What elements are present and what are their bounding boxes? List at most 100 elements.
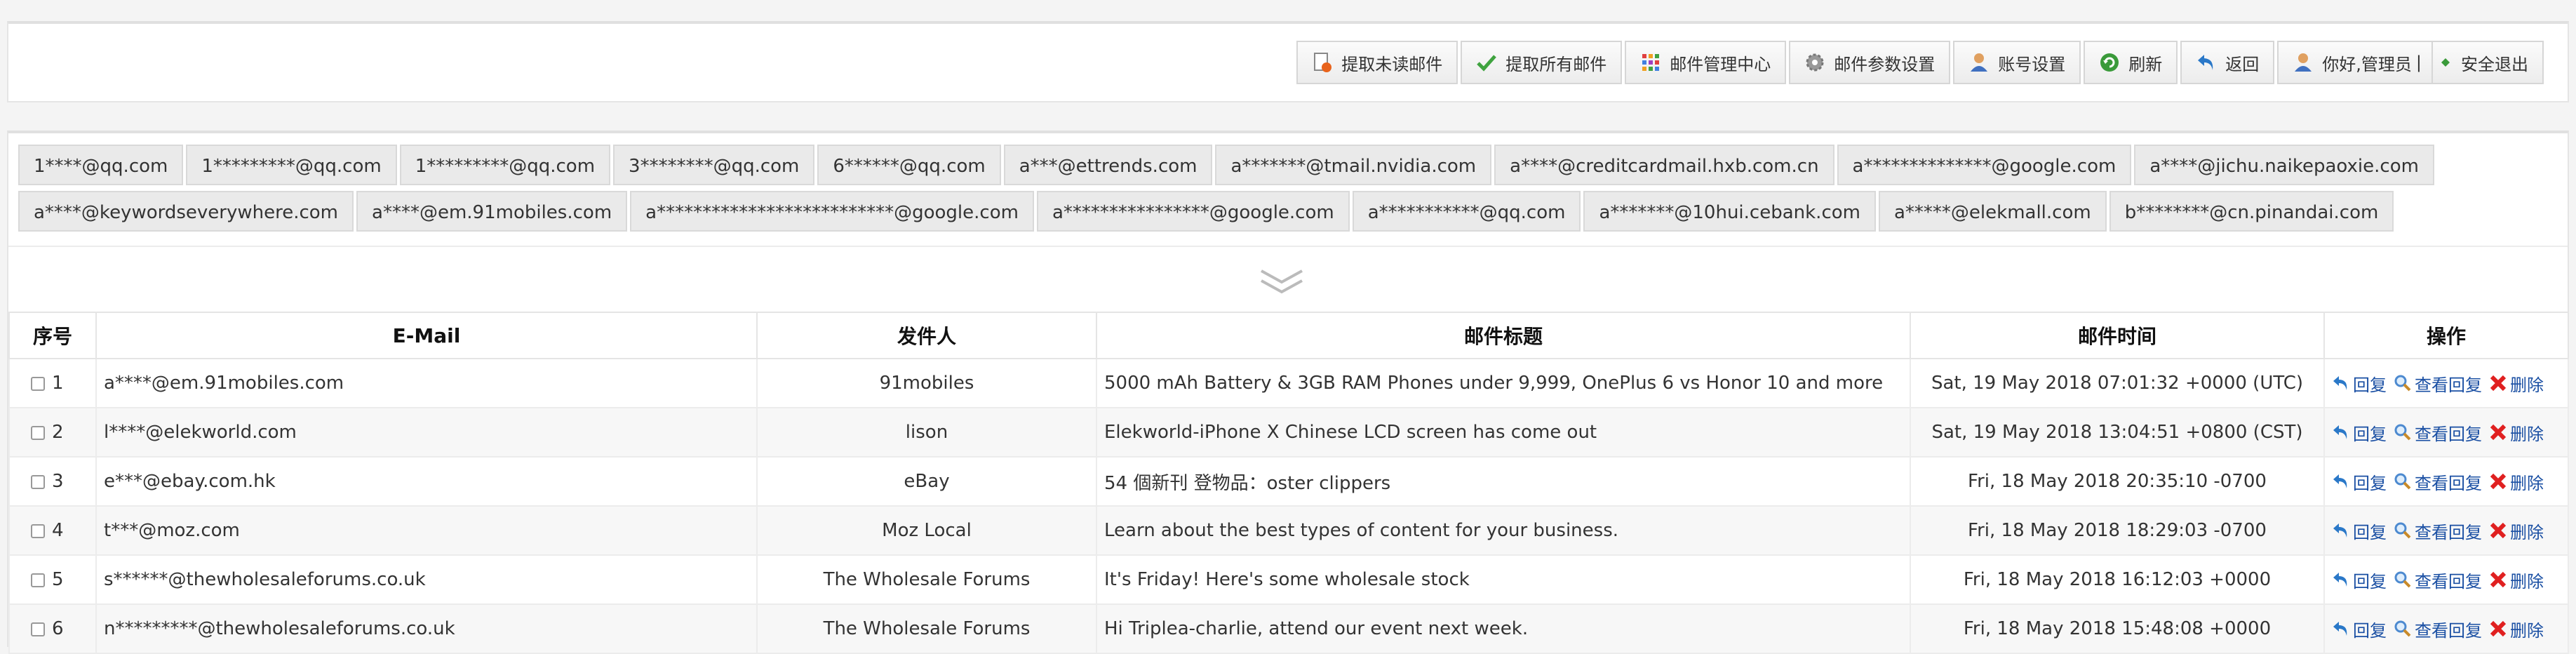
greeting-label: 你好,管理员 (2322, 54, 2412, 74)
row-sender: lison (756, 407, 1097, 458)
row-subject[interactable]: Hi Triplea-charlie, attend our event nex… (1096, 603, 1911, 654)
view-reply-link[interactable]: 查看回复 (2415, 469, 2482, 494)
reply-link[interactable]: 回复 (2353, 420, 2387, 445)
reply-link[interactable]: 回复 (2353, 469, 2387, 494)
view-reply-link[interactable]: 查看回复 (2415, 371, 2482, 396)
gear-icon (1804, 52, 1825, 73)
row-checkbox[interactable] (31, 573, 45, 587)
mail-settings-button[interactable]: 邮件参数设置 (1789, 41, 1951, 84)
delete-link[interactable]: 删除 (2510, 519, 2544, 543)
row-actions: 回复 查看回复 删除 (2323, 456, 2569, 507)
row-index: 1 (52, 373, 64, 394)
account-tab[interactable]: 1*********@qq.com (186, 145, 397, 185)
account-tab[interactable]: a****@jichu.naikepaoxie.com (2134, 145, 2434, 185)
user-greeting: 你好,管理员 | (2277, 41, 2433, 84)
row-subject[interactable]: 54 個新刊 登物品：oster clippers (1096, 456, 1911, 507)
fetch-unread-button[interactable]: 提取未读邮件 (1296, 41, 1458, 84)
row-checkbox[interactable] (31, 425, 45, 440)
row-index-cell: 6 (8, 603, 97, 654)
magnifier-icon (2394, 570, 2412, 589)
account-tab[interactable]: a*****@elekmall.com (1878, 191, 2107, 232)
account-icon (1968, 52, 1990, 73)
greeting-separator: | (2415, 53, 2422, 72)
account-settings-label: 账号设置 (1998, 54, 2066, 74)
account-tab[interactable]: a**************@google.com (1837, 145, 2132, 185)
row-actions: 回复 查看回复 删除 (2323, 554, 2569, 605)
row-time: Fri, 18 May 2018 16:12:03 +0000 (1910, 554, 2325, 605)
row-time: Sat, 19 May 2018 13:04:51 +0800 (CST) (1910, 407, 2325, 458)
row-checkbox[interactable] (31, 523, 45, 538)
row-email: s******@thewholesaleforums.co.uk (95, 554, 758, 605)
back-arrow-icon (2196, 52, 2217, 73)
delete-link[interactable]: 删除 (2510, 371, 2544, 396)
row-actions: 回复 查看回复 删除 (2323, 505, 2569, 556)
row-email: n*********@thewholesaleforums.co.uk (95, 603, 758, 654)
refresh-icon (2099, 52, 2120, 73)
row-checkbox[interactable] (31, 474, 45, 489)
header-time: 邮件时间 (1910, 312, 2325, 359)
row-sender: eBay (756, 456, 1097, 507)
row-index-cell: 5 (8, 554, 97, 605)
fetch-all-button[interactable]: 提取所有邮件 (1461, 41, 1623, 84)
row-time: Sat, 19 May 2018 07:01:32 +0000 (UTC) (1910, 358, 2325, 408)
row-subject[interactable]: It's Friday! Here's some wholesale stock (1096, 554, 1911, 605)
account-tab[interactable]: a****@creditcardmail.hxb.com.cn (1494, 145, 1834, 185)
account-tab[interactable]: a****@keywordseverywhere.com (18, 191, 354, 232)
delete-link[interactable]: 删除 (2510, 469, 2544, 494)
account-row-1: 1****@qq.com 1*********@qq.com 1********… (18, 145, 2558, 188)
account-tab[interactable]: a****@em.91mobiles.com (356, 191, 628, 232)
row-subject[interactable]: Learn about the best types of content fo… (1096, 505, 1911, 556)
view-reply-link[interactable]: 查看回复 (2415, 568, 2482, 592)
fetch-unread-label: 提取未读邮件 (1341, 54, 1443, 74)
row-checkbox[interactable] (31, 376, 45, 391)
delete-link[interactable]: 删除 (2510, 420, 2544, 445)
view-reply-link[interactable]: 查看回复 (2415, 519, 2482, 543)
account-tab[interactable]: a*******@tmail.nvidia.com (1215, 145, 1492, 185)
back-label: 返回 (2225, 54, 2260, 74)
logout-label: 安全退出 (2461, 54, 2528, 74)
reply-link[interactable]: 回复 (2353, 617, 2387, 641)
delete-link[interactable]: 删除 (2510, 617, 2544, 641)
delete-x-icon (2489, 423, 2507, 441)
expand-chevron-icon[interactable] (1257, 264, 1306, 299)
row-subject[interactable]: Elekworld-iPhone X Chinese LCD screen ha… (1096, 407, 1911, 458)
account-tab[interactable]: a*******@10hui.cebank.com (1583, 191, 1876, 232)
table-row: 6 n*********@thewholesaleforums.co.uk Th… (8, 603, 2569, 654)
account-tab[interactable]: 6******@qq.com (817, 145, 1001, 185)
reply-link[interactable]: 回复 (2353, 519, 2387, 543)
row-index-cell: 1 (8, 358, 97, 408)
account-tab[interactable]: 1*********@qq.com (399, 145, 611, 185)
refresh-button[interactable]: 刷新 (2084, 41, 2178, 84)
account-tab[interactable]: a**************************@google.com (630, 191, 1034, 232)
reply-link[interactable]: 回复 (2353, 371, 2387, 396)
row-index-cell: 4 (8, 505, 97, 556)
account-tab[interactable]: b********@cn.pinandai.com (2109, 191, 2394, 232)
account-tab[interactable]: 3********@qq.com (613, 145, 815, 185)
reply-icon (2332, 374, 2350, 392)
view-reply-link[interactable]: 查看回复 (2415, 420, 2482, 445)
back-button[interactable]: 返回 (2180, 41, 2275, 84)
row-subject[interactable]: 5000 mAh Battery & 3GB RAM Phones under … (1096, 358, 1911, 408)
account-tab[interactable]: a***@ettrends.com (1003, 145, 1213, 185)
account-tab[interactable]: a***********@qq.com (1352, 191, 1581, 232)
account-tab[interactable]: 1****@qq.com (18, 145, 184, 185)
mail-table: 序号 E-Mail 发件人 邮件标题 邮件时间 操作 1 a****@em.91… (8, 312, 2569, 654)
table-row: 2 l****@elekworld.com lison Elekworld-iP… (8, 407, 2569, 458)
row-actions: 回复 查看回复 删除 (2323, 358, 2569, 408)
account-settings-button[interactable]: 账号设置 (1953, 41, 2081, 84)
account-tab[interactable]: a****************@google.com (1036, 191, 1350, 232)
unread-mail-icon (1312, 52, 1333, 73)
logout-button[interactable]: 安全退出 (2433, 41, 2544, 84)
row-checkbox[interactable] (31, 622, 45, 636)
delete-x-icon (2489, 374, 2507, 392)
header-actions: 操作 (2323, 312, 2569, 359)
reply-icon (2332, 570, 2350, 589)
mail-center-label: 邮件管理中心 (1670, 54, 1771, 74)
view-reply-link[interactable]: 查看回复 (2415, 617, 2482, 641)
delete-link[interactable]: 删除 (2510, 568, 2544, 592)
mail-center-button[interactable]: 邮件管理中心 (1625, 41, 1787, 84)
reply-link[interactable]: 回复 (2353, 568, 2387, 592)
reply-icon (2332, 423, 2350, 441)
row-index-cell: 2 (8, 407, 97, 458)
header-index: 序号 (8, 312, 97, 359)
